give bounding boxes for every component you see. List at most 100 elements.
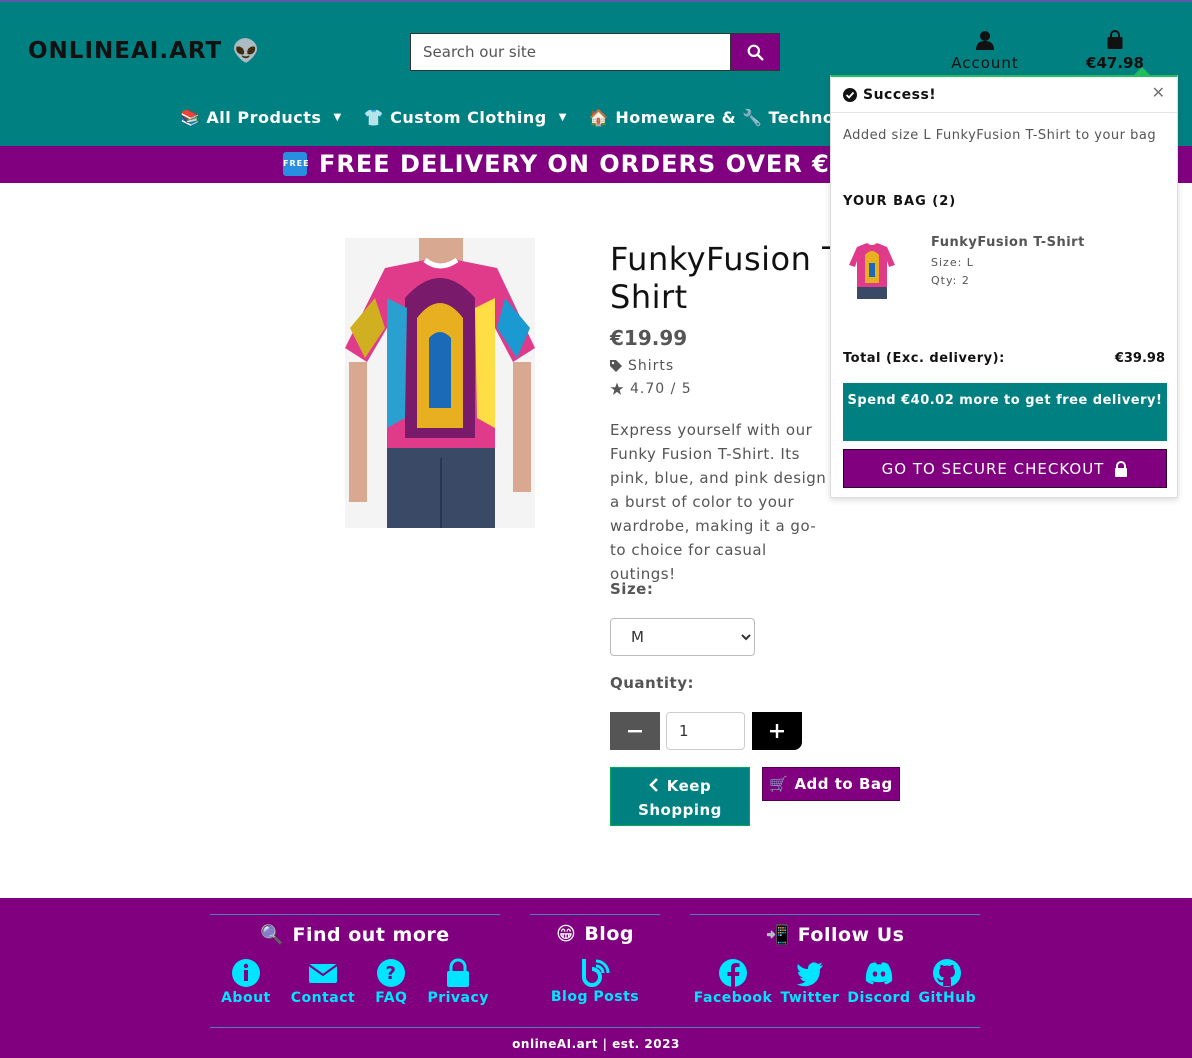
footer-link-label: About: [221, 990, 271, 1006]
chevron-down-icon: ▼: [558, 112, 567, 123]
footer-heading: Find out more: [292, 923, 450, 946]
rating-value: 4.70 / 5: [630, 381, 692, 397]
bag-item-size: Size: L: [931, 256, 974, 269]
user-icon: [976, 31, 994, 50]
info-icon: [231, 959, 260, 987]
search-input[interactable]: [410, 33, 730, 71]
site-logo[interactable]: ONLINEAI.ART 👽: [28, 38, 261, 64]
site-footer: 🔍 Find out more About Contact ? FAQ Priva…: [0, 898, 1192, 1058]
footer-link-label: Privacy: [427, 990, 489, 1006]
facebook-icon: [719, 959, 748, 987]
size-select[interactable]: M: [610, 618, 755, 656]
footer-heading: Blog: [584, 923, 634, 945]
envelope-icon: [308, 964, 338, 983]
footer-link-faq[interactable]: ? FAQ: [375, 958, 407, 1006]
footer-link-about[interactable]: About: [221, 958, 271, 1006]
footer-link-label: Facebook: [693, 990, 773, 1006]
wrench-icon: 🔧: [742, 108, 763, 127]
close-icon[interactable]: ✕: [1152, 83, 1165, 102]
spend-suffix: more to get free delivery!: [954, 393, 1163, 408]
decrement-quantity-button[interactable]: [610, 712, 660, 750]
product-description: Express yourself with our Funky Fusion T…: [610, 421, 827, 583]
category-label: Shirts: [628, 358, 675, 374]
footer-heading: Follow Us: [797, 923, 905, 946]
add-to-bag-label: Add to Bag: [794, 775, 893, 793]
nav-all-products[interactable]: 📚 All Products ▼: [180, 108, 342, 127]
quantity-input[interactable]: [666, 712, 745, 750]
footer-link-discord[interactable]: Discord: [847, 958, 910, 1006]
blog-icon: [581, 959, 610, 987]
lock-icon: [447, 958, 470, 987]
phone-icon: 📲: [765, 924, 790, 946]
lock-icon: [1115, 460, 1128, 477]
quantity-label: Quantity:: [610, 674, 694, 692]
nav-label: Custom Clothing: [390, 108, 547, 127]
footer-link-facebook[interactable]: Facebook: [694, 958, 773, 1006]
shopping-bag-link[interactable]: €47.98: [1075, 30, 1155, 72]
bag-item-qty: Qty: 2: [931, 274, 970, 287]
chevron-left-icon: [648, 778, 658, 792]
free-badge-icon: FREE: [283, 152, 309, 176]
footer-divider: [210, 1027, 980, 1028]
tshirt-photo: [345, 238, 535, 528]
footer-link-label: Contact: [290, 990, 356, 1006]
footer-link-label: Blog Posts: [550, 989, 640, 1005]
increment-quantity-button[interactable]: [752, 712, 802, 750]
footer-link-github[interactable]: GitHub: [919, 958, 977, 1006]
spend-prefix: Spend: [847, 393, 902, 408]
account-label: Account: [951, 54, 1019, 72]
spend-amount: €40.02: [901, 393, 955, 408]
footer-link-label: Twitter: [780, 990, 840, 1006]
bag-title: YOUR BAG (2): [843, 194, 957, 209]
account-link[interactable]: Account: [940, 30, 1030, 72]
toast-message: Added size L FunkyFusion T-Shirt to your…: [843, 128, 1157, 143]
minus-icon: [628, 730, 642, 733]
shopping-cart-icon: 🛒: [769, 775, 789, 793]
github-icon: [933, 959, 962, 987]
footer-link-contact[interactable]: Contact: [291, 958, 356, 1006]
success-toast: Success! ✕ Added size L FunkyFusion T-Sh…: [830, 75, 1178, 498]
check-circle-icon: [843, 87, 857, 102]
bag-total-value: €39.98: [1114, 351, 1165, 366]
secure-checkout-button[interactable]: GO TO SECURE CHECKOUT: [843, 449, 1167, 488]
promo-text: FREE DELIVERY ON ORDERS OVER €8: [319, 150, 848, 178]
main-nav: 📚 All Products ▼ 👕 Custom Clothing ▼ 🏠 H…: [180, 108, 875, 127]
house-icon: 🏠: [588, 108, 610, 127]
free-delivery-notice: Spend €40.02 more to get free delivery!: [843, 383, 1167, 441]
product-category[interactable]: Shirts: [610, 358, 674, 374]
search-bar: [410, 33, 780, 71]
logo-text: ONLINEAI.ART: [28, 38, 223, 64]
footer-blog: 😁 Blog Blog Posts: [530, 914, 660, 1005]
bag-item-thumbnail: [849, 237, 895, 299]
size-label: Size:: [610, 580, 654, 598]
shopping-bag-icon: [1107, 30, 1123, 49]
keep-shopping-button[interactable]: Keep Shopping: [610, 767, 750, 826]
footer-link-privacy[interactable]: Privacy: [427, 958, 488, 1006]
alien-icon: 👽: [232, 39, 261, 64]
product-image[interactable]: [345, 238, 535, 528]
search-button[interactable]: [730, 33, 780, 71]
grin-icon: 😁: [556, 923, 577, 945]
twitter-icon: [796, 962, 823, 987]
nav-custom-clothing[interactable]: 👕 Custom Clothing ▼: [364, 108, 567, 127]
nav-label: All Products: [206, 108, 322, 127]
footer-link-label: Discord: [847, 990, 911, 1006]
toast-arrow: [1134, 67, 1150, 75]
add-to-bag-button[interactable]: 🛒 Add to Bag: [762, 767, 900, 801]
magnifier-icon: 🔍: [260, 924, 285, 946]
toast-header: Success!: [831, 77, 1177, 113]
checkout-label: GO TO SECURE CHECKOUT: [881, 459, 1105, 478]
search-icon: [747, 44, 763, 60]
tag-icon: [610, 360, 622, 372]
footer-link-label: GitHub: [918, 990, 977, 1006]
question-icon: ?: [377, 959, 406, 987]
chevron-down-icon: ▼: [333, 112, 342, 123]
bag-item-name: FunkyFusion T-Shirt: [931, 235, 1085, 250]
bag-total-label: Total (Exc. delivery):: [843, 351, 1005, 366]
star-icon: [610, 382, 624, 395]
footer-link-twitter[interactable]: Twitter: [780, 958, 839, 1006]
footer-link-blog-posts[interactable]: Blog Posts: [551, 957, 639, 1005]
plus-icon: [770, 724, 784, 738]
nav-label: Homeware &: [615, 108, 737, 127]
copyright: onlineAI.art | est. 2023: [512, 1037, 680, 1051]
